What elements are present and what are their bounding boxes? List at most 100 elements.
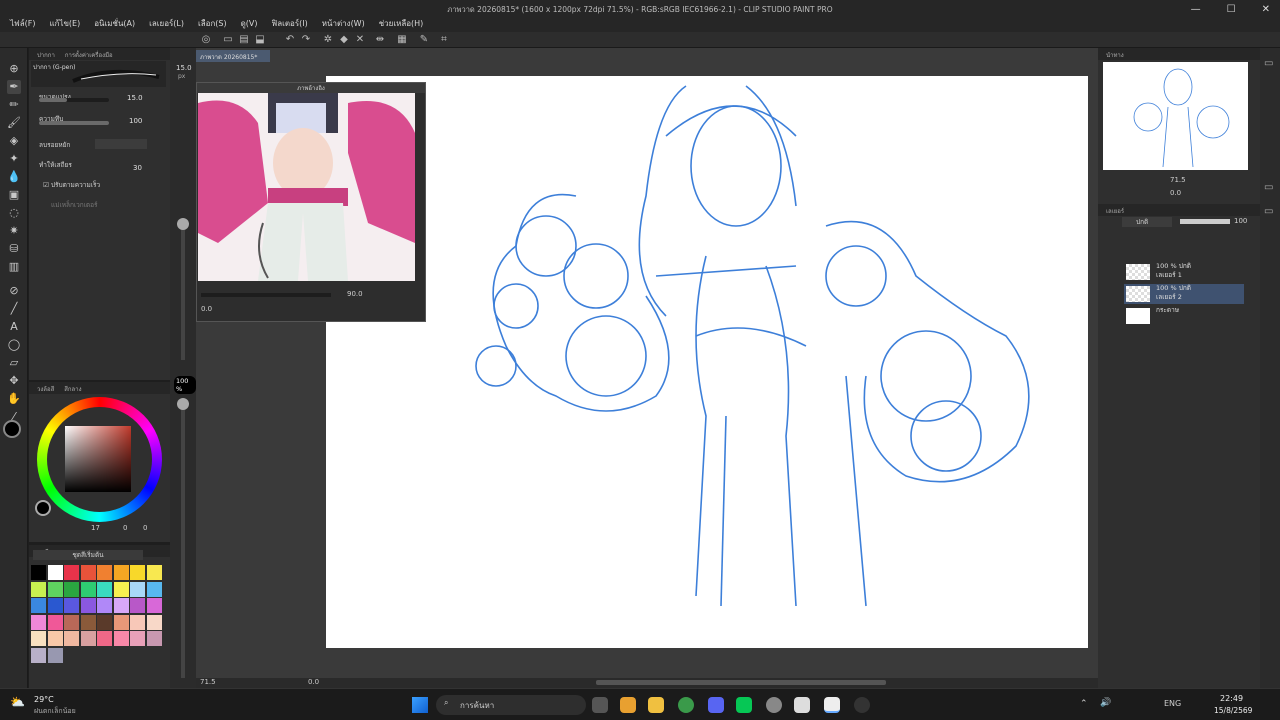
color-swatch[interactable] [130, 631, 145, 646]
color-swatch[interactable] [97, 565, 112, 580]
undo-icon[interactable]: ↶ [284, 34, 296, 46]
clear-icon[interactable]: ✕ [354, 34, 366, 46]
menu-edit[interactable]: แก้ไข(E) [49, 17, 80, 30]
menu-file[interactable]: ไฟล์(F) [10, 17, 35, 30]
canvas-area[interactable]: ภาพวาด 20260815* ภาพอ้างอิง 90.0 0.0 71.… [196, 48, 1098, 688]
color-swatch[interactable] [146, 631, 162, 646]
horizontal-scrollbar[interactable] [596, 680, 886, 685]
settings-icon[interactable] [766, 697, 782, 713]
color-swatch[interactable] [47, 581, 63, 597]
color-swatch[interactable] [97, 581, 112, 597]
color-swatch[interactable] [80, 565, 96, 580]
brush-tool-icon[interactable]: 🖌 [7, 116, 21, 130]
reference-zoom-slider[interactable] [201, 293, 331, 297]
eyedropper-tool-icon[interactable]: ⊘ [7, 284, 21, 298]
color-swatch[interactable] [64, 614, 79, 630]
language-indicator[interactable]: ENG [1164, 699, 1181, 708]
size-slider-thumb[interactable] [177, 218, 189, 230]
opacity-slider-thumb[interactable] [177, 398, 189, 410]
line-tool-icon[interactable]: ╱ [7, 302, 21, 316]
info-panel-icon[interactable]: ▭ [1264, 182, 1273, 193]
color-swatch[interactable] [64, 565, 79, 580]
menu-animation[interactable]: อนิเมชั่น(A) [94, 17, 135, 30]
color-swatch[interactable] [47, 631, 63, 646]
speed-checkbox[interactable]: ☑ ปรับตามความเร็ว [43, 180, 100, 190]
color-swatch[interactable] [146, 581, 162, 597]
tab-color-wheel[interactable]: วงล้อสี [37, 384, 54, 393]
color-swatch[interactable] [31, 614, 46, 630]
weather-temp[interactable]: 29°C [34, 695, 54, 704]
brush-size-value[interactable]: 15.0 [127, 94, 143, 102]
color-set-selector[interactable]: ชุดสีเริ่มต้น [33, 550, 143, 560]
menu-filter[interactable]: ฟิลเตอร์(I) [272, 17, 308, 30]
new-file-icon[interactable]: ▭ [222, 34, 234, 46]
menu-help[interactable]: ช่วยเหลือ(H) [379, 17, 424, 30]
layer-row-paper[interactable]: กระดาษ [1124, 306, 1244, 326]
color-swatch[interactable] [113, 631, 129, 646]
line-icon[interactable] [736, 697, 752, 713]
clock-time[interactable]: 22:49 [1220, 694, 1243, 703]
clip-studio-active-icon[interactable] [824, 697, 840, 713]
blend-tool-icon[interactable]: 💧 [7, 170, 21, 184]
color-swatch[interactable] [80, 614, 96, 630]
figure-tool-icon[interactable]: ▣ [7, 188, 21, 202]
color-swatch[interactable] [31, 565, 46, 580]
color-swatch[interactable] [97, 631, 112, 646]
transform-icon[interactable]: ✲ [322, 34, 334, 46]
file-explorer-icon[interactable] [648, 697, 664, 713]
open-file-icon[interactable]: ▤ [238, 34, 250, 46]
save-icon[interactable]: ⬓ [254, 34, 266, 46]
fill-tool-icon[interactable]: ⛁ [7, 242, 21, 256]
color-swatch[interactable] [130, 614, 145, 630]
magic-wand-icon[interactable]: ✷ [7, 224, 21, 238]
layer-row[interactable]: 100 % ปกติ เลเยอร์ 1 [1124, 262, 1244, 282]
current-color-swatch[interactable] [35, 500, 51, 516]
color-swatch[interactable] [146, 565, 162, 580]
color-swatch[interactable] [130, 565, 145, 580]
menu-window[interactable]: หน้าต่าง(W) [322, 17, 365, 30]
tab-pen[interactable]: ปากกา [37, 50, 55, 59]
discord-icon[interactable] [708, 697, 724, 713]
close-button[interactable]: ✕ [1262, 4, 1270, 15]
redo-icon[interactable]: ↷ [300, 34, 312, 46]
hand-tool-icon[interactable]: ✋ [7, 392, 21, 406]
color-swatch[interactable] [47, 647, 63, 663]
chrome-icon[interactable] [678, 697, 694, 713]
fill-icon[interactable]: ◆ [338, 34, 350, 46]
copilot-icon[interactable] [620, 697, 636, 713]
color-swatch[interactable] [146, 598, 162, 613]
color-swatch[interactable] [97, 598, 112, 613]
app-icon[interactable]: ◎ [200, 34, 212, 46]
color-swatch[interactable] [47, 614, 63, 630]
color-swatch[interactable] [64, 598, 79, 613]
clock-date[interactable]: 15/8/2569 [1214, 706, 1252, 715]
stabilize-value[interactable]: 30 [133, 164, 142, 172]
tab-layer[interactable]: เลเยอร์ [1106, 206, 1124, 215]
color-swatch[interactable] [146, 614, 162, 630]
menu-select[interactable]: เลือก(S) [198, 17, 227, 30]
color-swatch[interactable] [31, 647, 46, 663]
navigator-thumbnail[interactable] [1103, 62, 1248, 170]
move-tool-icon[interactable]: ✥ [7, 374, 21, 388]
ruler-tool-icon[interactable]: ▱ [7, 356, 21, 370]
reference-window[interactable]: ภาพอ้างอิง 90.0 0.0 [196, 82, 426, 322]
tray-chevron-icon[interactable]: ⌃ [1080, 699, 1088, 709]
size-vertical-slider[interactable] [181, 220, 185, 360]
menu-view[interactable]: ดู(V) [241, 17, 258, 30]
opacity-value[interactable]: 100 [129, 117, 142, 125]
ruler-icon[interactable]: ▦ [396, 34, 408, 46]
color-swatch[interactable] [80, 598, 96, 613]
pen-tool-icon[interactable]: ✒ [7, 80, 21, 94]
color-swatch[interactable] [130, 598, 145, 613]
color-swatch[interactable] [80, 631, 96, 646]
tab-tool-property[interactable]: การตั้งค่าเครื่องมือ [65, 50, 113, 59]
color-swatch[interactable] [31, 598, 46, 613]
tab-intermediate-color[interactable]: สีกลาง [64, 384, 81, 393]
decoration-tool-icon[interactable]: ✦ [7, 152, 21, 166]
color-swatch[interactable] [47, 598, 63, 613]
flip-icon[interactable]: ⇹ [374, 34, 386, 46]
edit-icon[interactable]: ✎ [418, 34, 430, 46]
lasso-tool-icon[interactable]: ◌ [7, 206, 21, 220]
color-swatch[interactable] [31, 631, 46, 646]
color-swatch[interactable] [31, 581, 46, 597]
